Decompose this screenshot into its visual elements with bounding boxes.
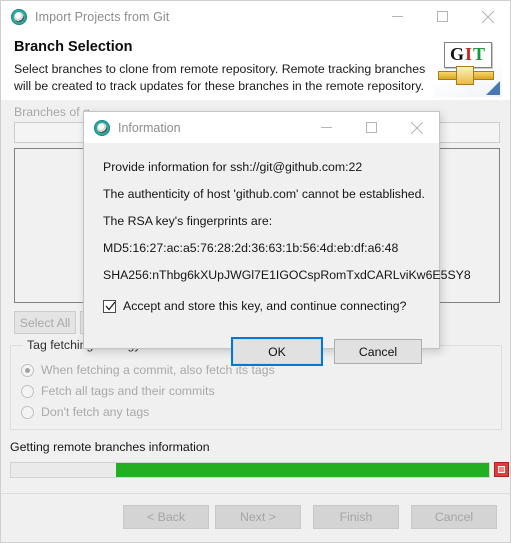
radio-button-icon — [21, 363, 34, 377]
dialog-message-line: Provide information for ssh://git@github… — [103, 160, 363, 174]
git-logo-icon: GIT — [434, 35, 502, 97]
radio-button-icon — [21, 384, 34, 398]
radio-label: Fetch all tags and their commits — [41, 384, 215, 398]
progress-bar-fill — [116, 463, 489, 477]
git-logo-i: I — [464, 44, 473, 64]
dialog-cancel-button[interactable]: Cancel — [334, 339, 422, 364]
dialog-message-sha256-fingerprint: SHA256:nThbg6kXUpJWGl7E1IGOCspRomTxdCARL… — [103, 268, 471, 282]
cancel-button[interactable]: Cancel — [411, 505, 497, 529]
dialog-title: Information — [118, 120, 181, 135]
ok-button[interactable]: OK — [231, 337, 323, 366]
information-dialog: Information Provide information for ssh:… — [83, 111, 471, 366]
accept-key-checkbox-row[interactable]: Accept and store this key, and continue … — [103, 299, 406, 313]
close-icon[interactable] — [465, 1, 510, 32]
eclipse-egit-icon — [94, 119, 110, 136]
finish-button[interactable]: Finish — [313, 505, 399, 529]
page-description: Select branches to clone from remote rep… — [14, 62, 426, 93]
dialog-content: Provide information for ssh://git@github… — [84, 143, 471, 366]
dialog-message-md5-fingerprint: MD5:16:27:ac:a5:76:28:2d:36:63:1b:56:4d:… — [103, 241, 399, 255]
minimize-icon[interactable] — [375, 1, 420, 32]
close-icon[interactable] — [394, 112, 439, 143]
maximize-icon[interactable] — [420, 1, 465, 32]
dialog-message-line: The RSA key's fingerprints are: — [103, 214, 273, 228]
git-logo-text: GIT — [444, 42, 492, 68]
radio-label: Don't fetch any tags — [41, 405, 150, 419]
wizard-header: Branch Selection Select branches to clon… — [1, 32, 510, 100]
git-logo-t: T — [473, 44, 487, 64]
branches-label: Branches of g — [14, 105, 90, 119]
select-all-button[interactable]: Select All — [14, 311, 76, 334]
dialog-window-controls — [304, 112, 439, 143]
eclipse-egit-icon — [11, 8, 27, 25]
minimize-icon[interactable] — [304, 112, 349, 143]
git-logo-g: G — [449, 44, 465, 64]
radio-label: When fetching a commit, also fetch its t… — [41, 363, 275, 377]
git-logo-knob — [456, 66, 474, 85]
window-controls — [375, 1, 510, 32]
wizard-footer: < Back Next > Finish Cancel — [1, 493, 510, 542]
back-button[interactable]: < Back — [123, 505, 209, 529]
radio-fetch-all-tags[interactable]: Fetch all tags and their commits — [21, 383, 215, 399]
radio-dont-fetch-tags[interactable]: Don't fetch any tags — [21, 404, 149, 420]
progress-bar — [10, 462, 490, 478]
dialog-titlebar: Information — [84, 112, 439, 143]
radio-button-icon — [21, 405, 34, 419]
git-logo-triangle — [486, 81, 500, 95]
maximize-icon[interactable] — [349, 112, 394, 143]
accept-key-checkbox-label: Accept and store this key, and continue … — [123, 299, 407, 313]
progress-status-label: Getting remote branches information — [10, 440, 210, 454]
dialog-message-line: The authenticity of host 'github.com' ca… — [103, 187, 425, 201]
window-title: Import Projects from Git — [35, 9, 170, 24]
window-titlebar: Import Projects from Git — [1, 1, 510, 32]
radio-when-fetching-commit[interactable]: When fetching a commit, also fetch its t… — [21, 362, 275, 378]
checkbox-icon[interactable] — [103, 299, 116, 313]
stop-icon[interactable] — [494, 462, 509, 477]
next-button[interactable]: Next > — [215, 505, 301, 529]
